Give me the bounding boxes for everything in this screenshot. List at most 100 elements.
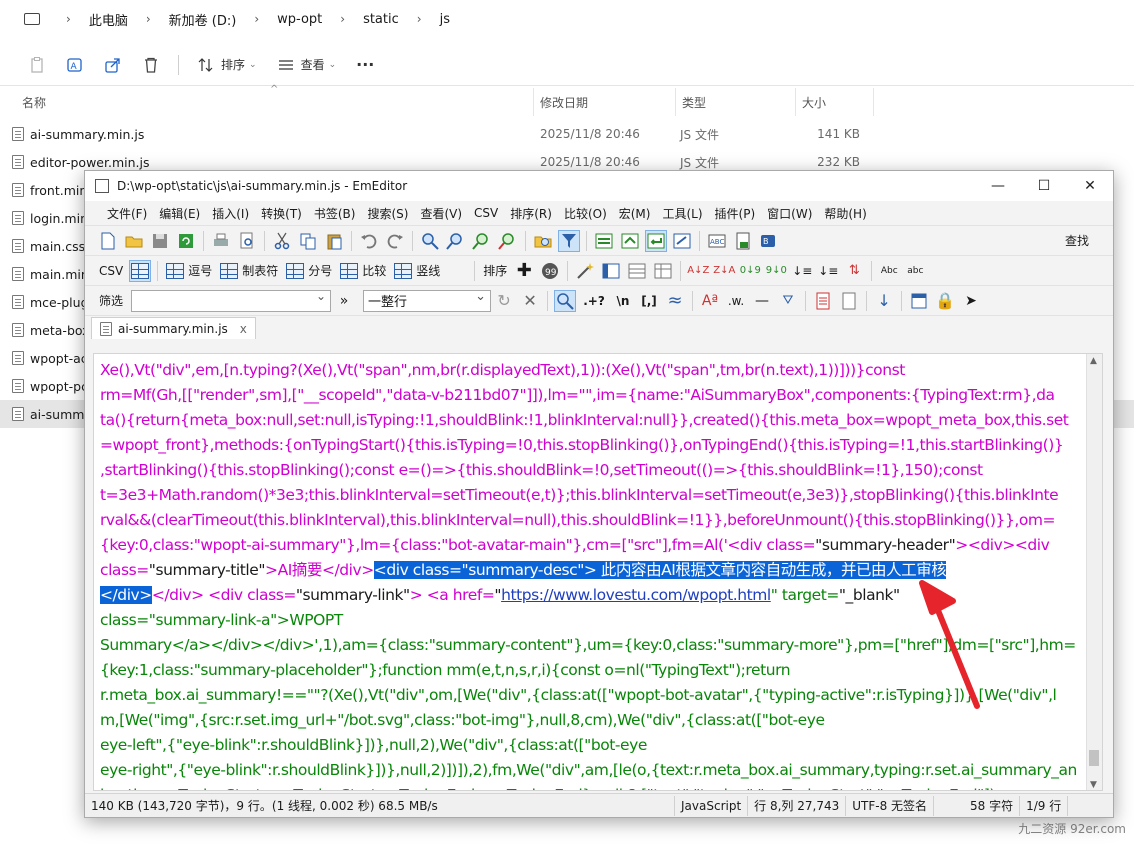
abbreviate-icon[interactable]: 99 bbox=[539, 260, 561, 282]
address-bar[interactable]: › 此电脑 › 新加卷 (D:) › wp-opt › static › js bbox=[0, 0, 1134, 38]
sort-09-icon[interactable]: 0↓9 bbox=[739, 260, 761, 282]
sort-length-icon[interactable]: ↓≡ bbox=[791, 260, 813, 282]
reload-icon[interactable] bbox=[175, 230, 197, 252]
vertical-scrollbar[interactable]: ▲ ▼ bbox=[1086, 354, 1102, 790]
code-url-link[interactable]: https://www.lovestu.com/wpopt.html bbox=[501, 586, 771, 604]
pipe-button[interactable]: 竖线 bbox=[390, 262, 444, 279]
lock-icon[interactable]: 🔒 bbox=[934, 290, 956, 312]
menu-macro[interactable]: 宏(M) bbox=[613, 205, 657, 222]
menu-bookmark[interactable]: 书签(B) bbox=[308, 205, 362, 222]
menu-search[interactable]: 搜索(S) bbox=[361, 205, 414, 222]
view-button[interactable]: 查看 ⌄ bbox=[267, 50, 347, 80]
menu-file[interactable]: 文件(F) bbox=[101, 205, 153, 222]
breadcrumb-drive-d[interactable]: 新加卷 (D:) bbox=[163, 10, 243, 29]
maximize-button[interactable]: ☐ bbox=[1021, 171, 1067, 201]
menu-sort[interactable]: 排序(R) bbox=[504, 205, 558, 222]
share-icon[interactable] bbox=[94, 50, 132, 80]
replace-icon[interactable] bbox=[497, 230, 519, 252]
column-type[interactable]: 类型 bbox=[676, 88, 796, 116]
scrollbar-thumb[interactable] bbox=[1089, 750, 1099, 766]
column-date[interactable]: 修改日期 bbox=[534, 88, 676, 116]
encoding-icon[interactable]: B bbox=[758, 230, 780, 252]
column-size[interactable]: 大小 bbox=[796, 88, 874, 116]
minus-icon[interactable]: — bbox=[751, 290, 773, 312]
bookmark-list-icon[interactable] bbox=[812, 290, 834, 312]
filter-mode-select[interactable]: 一整行 bbox=[363, 289, 492, 312]
cursor-icon[interactable]: ➤ bbox=[960, 290, 982, 312]
scroll-up-icon[interactable]: ▲ bbox=[1090, 356, 1097, 366]
document-icon[interactable] bbox=[838, 290, 860, 312]
menu-help[interactable]: 帮助(H) bbox=[818, 205, 872, 222]
plus-icon[interactable]: ✚ bbox=[513, 260, 535, 282]
close-button[interactable]: ✕ bbox=[1067, 171, 1113, 201]
delimiter-icon[interactable]: [,] bbox=[638, 290, 660, 312]
word-case-icon[interactable]: abc bbox=[904, 260, 926, 282]
tab-close-button[interactable]: x bbox=[240, 322, 247, 336]
paste-icon[interactable] bbox=[18, 50, 56, 80]
case-icon[interactable]: Abc bbox=[878, 260, 900, 282]
find-next-icon[interactable] bbox=[445, 230, 467, 252]
tab-separated-button[interactable]: 制表符 bbox=[216, 262, 282, 279]
semicolon-button[interactable]: 分号 bbox=[282, 262, 336, 279]
editor-area[interactable]: Xe(),Vt("div",em,[n.typing?(Xe(),Vt("spa… bbox=[93, 353, 1103, 791]
copy-icon[interactable] bbox=[297, 230, 319, 252]
print-icon[interactable] bbox=[210, 230, 232, 252]
wrap-page-icon[interactable] bbox=[671, 230, 693, 252]
csv-button[interactable]: CSV bbox=[95, 264, 127, 278]
sort-90-icon[interactable]: 9↓0 bbox=[765, 260, 787, 282]
delete-icon[interactable] bbox=[132, 50, 170, 80]
menu-edit[interactable]: 编辑(E) bbox=[153, 205, 206, 222]
reverse-icon[interactable]: ⇅ bbox=[843, 260, 865, 282]
comma-button[interactable]: 逗号 bbox=[162, 262, 216, 279]
refresh-icon[interactable]: ↻ bbox=[493, 290, 515, 312]
config-icon[interactable] bbox=[732, 230, 754, 252]
table-icon[interactable] bbox=[652, 260, 674, 282]
arrow-down-icon[interactable]: ↓ bbox=[873, 290, 895, 312]
undo-icon[interactable] bbox=[358, 230, 380, 252]
new-file-icon[interactable] bbox=[97, 230, 119, 252]
compare-button[interactable]: 比较 bbox=[336, 262, 390, 279]
sort-za-icon[interactable]: Z↓A bbox=[713, 260, 735, 282]
columns-icon[interactable] bbox=[600, 260, 622, 282]
more-options-button[interactable]: ··· bbox=[346, 50, 384, 80]
redo-icon[interactable] bbox=[384, 230, 406, 252]
sort-lines-icon[interactable]: ↓≡ bbox=[817, 260, 839, 282]
escape-icon[interactable]: \n bbox=[612, 290, 634, 312]
rename-icon[interactable]: A bbox=[56, 50, 94, 80]
find-icon[interactable] bbox=[419, 230, 441, 252]
minimize-button[interactable]: — bbox=[975, 171, 1021, 201]
wrap-char-icon[interactable] bbox=[619, 230, 641, 252]
file-row[interactable]: ai-summary.min.js 2025/11/8 20:46 JS 文件 141… bbox=[0, 120, 1134, 148]
filter-icon[interactable] bbox=[558, 229, 580, 252]
paste-icon[interactable] bbox=[323, 230, 345, 252]
clear-icon[interactable]: ✕ bbox=[519, 290, 541, 312]
csv-grid-icon[interactable] bbox=[129, 259, 152, 282]
menu-view[interactable]: 查看(V) bbox=[414, 205, 468, 222]
match-case-icon[interactable]: Aª bbox=[699, 290, 721, 312]
font-icon[interactable]: ABC bbox=[706, 230, 728, 252]
menu-convert[interactable]: 转换(T) bbox=[255, 205, 308, 222]
breadcrumb-js[interactable]: js bbox=[434, 12, 456, 27]
sort-az-icon[interactable]: A↓Z bbox=[687, 260, 709, 282]
scroll-down-icon[interactable]: ▼ bbox=[1090, 780, 1097, 790]
menu-window[interactable]: 窗口(W) bbox=[761, 205, 818, 222]
print-preview-icon[interactable] bbox=[236, 230, 258, 252]
regex-icon[interactable]: .+? bbox=[580, 290, 608, 312]
wrap-window-icon[interactable] bbox=[645, 229, 667, 252]
filter-input[interactable] bbox=[131, 289, 332, 312]
chevron-double-right-icon[interactable]: » bbox=[333, 290, 355, 312]
breadcrumb-static[interactable]: static bbox=[357, 12, 405, 27]
sort-button[interactable]: 排序 ⌄ bbox=[187, 50, 267, 80]
fuzzy-icon[interactable]: ≈ bbox=[664, 290, 686, 312]
window-icon[interactable] bbox=[908, 290, 930, 312]
menu-plugins[interactable]: 插件(P) bbox=[709, 205, 762, 222]
cut-icon[interactable] bbox=[271, 230, 293, 252]
search-label[interactable]: 查找 bbox=[1061, 232, 1093, 249]
breadcrumb-this-pc[interactable]: 此电脑 bbox=[83, 10, 134, 29]
find-prev-icon[interactable] bbox=[471, 230, 493, 252]
rows-icon[interactable] bbox=[626, 260, 648, 282]
magic-wand-icon[interactable] bbox=[574, 260, 596, 282]
search-icon[interactable] bbox=[554, 289, 577, 312]
menu-csv[interactable]: CSV bbox=[468, 206, 504, 220]
status-language[interactable]: JavaScript bbox=[675, 795, 749, 816]
